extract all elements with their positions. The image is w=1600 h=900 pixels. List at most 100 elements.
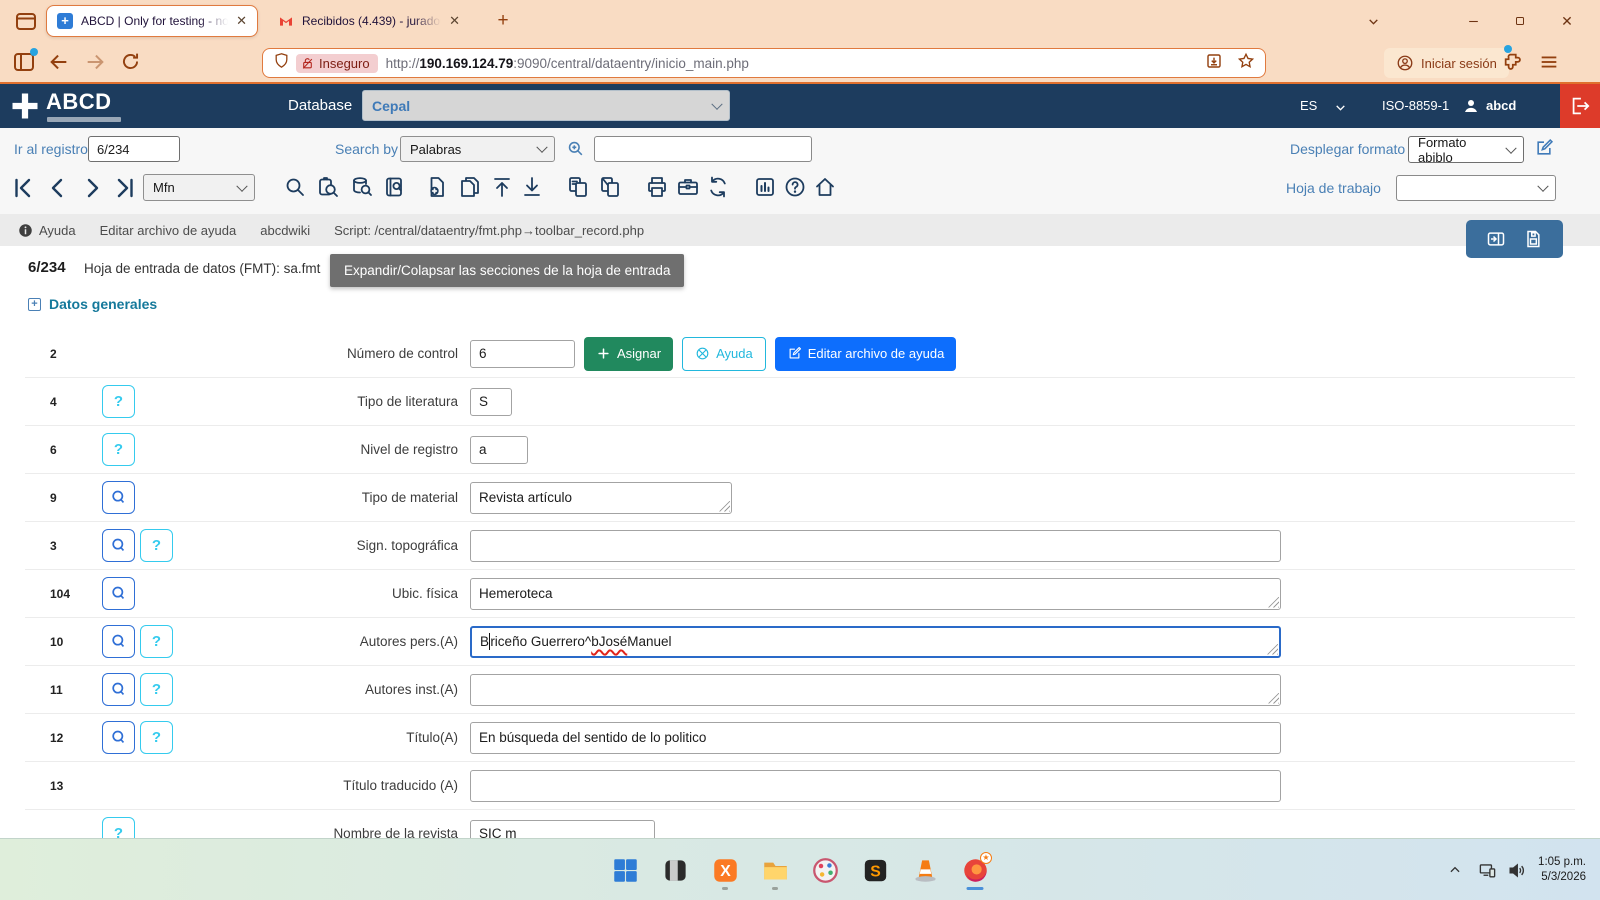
language-label[interactable]: ES <box>1300 98 1317 113</box>
upload-icon[interactable] <box>490 175 514 199</box>
field-textarea[interactable] <box>470 674 1281 706</box>
shield-icon[interactable] <box>273 52 290 74</box>
previous-record-icon[interactable] <box>46 176 70 200</box>
go-to-record-input[interactable]: 6/234 <box>88 136 180 162</box>
search-query-input[interactable] <box>594 136 812 162</box>
pick-list-search-button[interactable] <box>102 577 135 610</box>
tab-close-icon[interactable]: ✕ <box>236 13 247 29</box>
url-bar[interactable]: Inseguro http://190.169.124.79:9090/cent… <box>262 48 1266 78</box>
tab-close-icon[interactable]: ✕ <box>449 13 460 29</box>
resize-handle-icon[interactable] <box>1268 693 1279 704</box>
pick-list-search-button[interactable] <box>102 625 135 658</box>
field-textarea[interactable]: Briceño Guerrero^bJosé Manuel <box>470 626 1281 658</box>
taskbar-sublime-text-icon[interactable]: S <box>856 846 894 894</box>
pick-list-search-button[interactable] <box>102 673 135 706</box>
taskbar-paint-icon[interactable] <box>806 846 844 894</box>
taskbar-xampp-icon[interactable]: X <box>706 846 744 894</box>
save-record-icon[interactable] <box>1523 229 1543 249</box>
home-icon[interactable] <box>813 175 837 199</box>
tab-gmail[interactable]: Recibidos (4.439) - jurado02060 ✕ <box>268 5 470 37</box>
taskbar-vlc-icon[interactable] <box>906 846 944 894</box>
statistics-icon[interactable] <box>753 175 777 199</box>
download-icon[interactable] <box>520 175 544 199</box>
resize-handle-icon[interactable] <box>1268 597 1279 608</box>
menu-hamburger-icon[interactable] <box>1538 51 1560 73</box>
close-button[interactable]: ✕ <box>1552 8 1582 34</box>
database-search-icon[interactable] <box>350 175 374 199</box>
extensions-puzzle-icon[interactable] <box>1502 51 1524 73</box>
wiki-link[interactable]: abcdwiki <box>260 223 310 238</box>
copy-edit-icon[interactable] <box>598 175 622 199</box>
maximize-button[interactable] <box>1505 8 1535 34</box>
field-textarea[interactable]: En búsqueda del sentido de lo politico <box>470 722 1281 754</box>
next-record-icon[interactable] <box>80 176 104 200</box>
field-help-button[interactable]: ? <box>102 385 135 418</box>
pick-list-search-button[interactable] <box>102 481 135 514</box>
tab-list-chevron-icon[interactable] <box>1358 8 1388 34</box>
search-assist-icon[interactable] <box>566 139 585 158</box>
taskbar-file-explorer-icon[interactable] <box>756 846 794 894</box>
device-icon[interactable] <box>1478 861 1497 880</box>
new-record-icon[interactable] <box>425 175 449 199</box>
search-icon[interactable] <box>283 175 307 199</box>
asignar-button[interactable]: Asignar <box>584 337 673 371</box>
field-textarea[interactable]: Revista artículo <box>470 482 732 514</box>
pick-list-search-button[interactable] <box>102 721 135 754</box>
reload-icon[interactable] <box>120 51 141 72</box>
edit-format-icon[interactable] <box>1534 138 1554 158</box>
minimize-button[interactable] <box>1458 8 1488 34</box>
forward-icon[interactable] <box>84 51 106 73</box>
bookmark-star-icon[interactable] <box>1237 52 1255 75</box>
field-textarea[interactable]: Hemeroteca <box>470 578 1281 610</box>
speaker-icon[interactable] <box>1507 861 1526 880</box>
logout-button[interactable] <box>1560 84 1600 128</box>
expand-plus-icon[interactable]: + <box>28 298 41 311</box>
first-record-icon[interactable] <box>12 176 36 200</box>
display-format-select[interactable]: Formato abiblo <box>1408 136 1524 163</box>
field-textarea[interactable] <box>470 770 1281 802</box>
mfn-select[interactable]: Mfn <box>143 174 255 201</box>
print-icon[interactable] <box>645 175 669 199</box>
taskbar-clock[interactable]: 1:05 p.m. 5/3/2026 <box>1538 855 1586 885</box>
field-help-button[interactable]: ? <box>102 433 135 466</box>
resize-handle-icon[interactable] <box>719 501 730 512</box>
field-help-button[interactable]: ? <box>140 529 173 562</box>
taskbar-firefox-icon[interactable]: ★ <box>956 846 994 894</box>
last-record-icon[interactable] <box>112 176 136 200</box>
field-textarea[interactable] <box>470 530 1281 562</box>
editar-archivo-de-ayuda-button[interactable]: Editar archivo de ayuda <box>775 337 957 371</box>
sidebar-toggle-icon[interactable] <box>12 50 36 74</box>
book-search-icon[interactable] <box>383 175 407 199</box>
refresh-icon[interactable] <box>706 175 730 199</box>
save-page-icon[interactable] <box>1205 52 1223 75</box>
open-panel-icon[interactable] <box>1486 229 1506 249</box>
field-help-button[interactable]: ? <box>140 721 173 754</box>
edit-help-link[interactable]: Editar archivo de ayuda <box>100 223 237 238</box>
help-icon[interactable] <box>783 175 807 199</box>
taskbar-dark-app-icon[interactable] <box>656 846 694 894</box>
tab-abcd[interactable]: + ABCD | Only for testing - not fo ✕ <box>46 5 258 37</box>
help-link[interactable]: Ayuda <box>18 223 76 238</box>
language-chevron-icon[interactable] <box>1334 101 1347 114</box>
section-datos-generales[interactable]: + Datos generales <box>28 296 157 312</box>
pick-list-search-button[interactable] <box>102 529 135 562</box>
signin-button[interactable]: Iniciar sesión <box>1384 48 1509 78</box>
field-input[interactable]: 6 <box>470 340 575 368</box>
field-input[interactable]: S <box>470 388 512 416</box>
new-tab-button[interactable]: + <box>492 10 514 32</box>
copy-pages-icon[interactable] <box>566 175 590 199</box>
database-select[interactable]: Cepal <box>362 90 730 121</box>
back-icon[interactable] <box>48 51 70 73</box>
tray-chevron-up-icon[interactable] <box>1448 863 1462 877</box>
firefox-view-icon[interactable] <box>14 9 38 33</box>
toolbox-icon[interactable] <box>676 175 700 199</box>
security-badge[interactable]: Inseguro <box>296 54 378 73</box>
search-by-select[interactable]: Palabras <box>400 136 555 162</box>
taskbar-start-icon[interactable] <box>606 846 644 894</box>
duplicate-record-icon[interactable] <box>458 175 482 199</box>
field-input[interactable]: a <box>470 436 528 464</box>
worksheet-select[interactable] <box>1396 175 1556 201</box>
field-help-button[interactable]: ? <box>140 625 173 658</box>
clipboard-search-icon[interactable] <box>316 175 340 199</box>
field-help-button[interactable]: ? <box>140 673 173 706</box>
